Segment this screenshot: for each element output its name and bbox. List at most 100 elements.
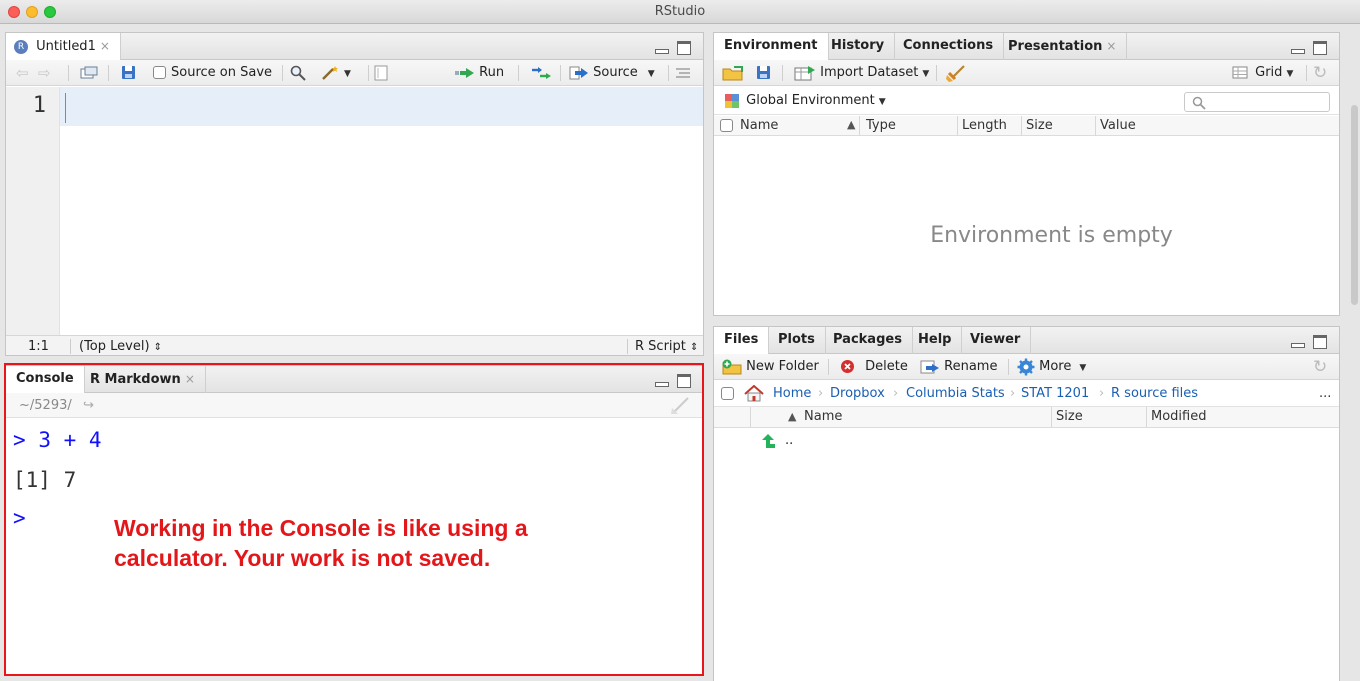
breadcrumb-home[interactable]: Home — [773, 381, 811, 407]
column-header-length[interactable]: Length — [958, 116, 1022, 136]
breadcrumb-stat-1201[interactable]: STAT 1201 — [1021, 381, 1089, 407]
show-in-window-icon[interactable] — [80, 60, 98, 86]
environment-empty-message: Environment is empty — [930, 223, 1173, 248]
save-icon[interactable] — [121, 60, 136, 86]
source-pane: R Untitled1 × ⇦ ⇨ Source on Save ▼ Run S… — [5, 32, 704, 356]
scope-selector[interactable]: (Top Level) ⇕ — [79, 336, 162, 355]
column-header-value[interactable]: Value — [1096, 116, 1332, 136]
maximize-pane-icon[interactable] — [1313, 41, 1327, 55]
compile-report-icon[interactable] — [374, 60, 388, 86]
source-tab-label: Untitled1 — [36, 39, 96, 54]
file-type-selector[interactable]: R Script ⇕ — [635, 336, 698, 355]
more-path-button[interactable]: ... — [1319, 381, 1331, 407]
environment-toolbar: Import Dataset ▼ Grid ▼ ↻ — [714, 60, 1339, 86]
import-dataset-button[interactable]: Import Dataset ▼ — [794, 60, 929, 86]
tab-connections[interactable]: Connections — [893, 33, 1005, 60]
source-on-save-label: Source on Save — [171, 65, 273, 80]
tab-history[interactable]: History — [821, 33, 896, 60]
outline-icon[interactable] — [676, 60, 690, 86]
back-arrow-icon[interactable]: ⇦ — [16, 60, 29, 86]
parent-directory-arrow-icon — [762, 434, 775, 448]
tab-presentation[interactable]: Presentation × — [998, 33, 1128, 60]
column-header-size[interactable]: Size — [1022, 116, 1096, 136]
minimize-window-button[interactable] — [26, 6, 38, 18]
sort-ascending-icon[interactable]: ▲ — [788, 410, 796, 423]
close-tab-icon[interactable]: × — [100, 39, 110, 53]
rename-icon — [920, 360, 939, 373]
files-table-header: ▲ Name Size Modified — [714, 407, 1339, 428]
zoom-window-button[interactable] — [44, 6, 56, 18]
files-pane: Files Plots Packages Help Viewer New Fol… — [713, 326, 1340, 681]
tab-environment[interactable]: Environment — [714, 33, 829, 61]
gear-icon — [1017, 358, 1035, 375]
tab-plots[interactable]: Plots — [768, 327, 826, 354]
source-arrow-icon — [569, 66, 588, 79]
rerun-icon[interactable] — [530, 60, 552, 86]
minimize-pane-icon[interactable] — [655, 49, 669, 54]
column-header-name[interactable]: Name — [736, 116, 860, 136]
editor-area[interactable]: 1 — [6, 87, 703, 335]
run-arrow-icon — [455, 67, 474, 78]
table-row[interactable]: .. — [714, 429, 1339, 453]
refresh-icon[interactable]: ↻ — [1313, 60, 1327, 86]
environment-scope-bar: Global Environment ▼ — [714, 87, 1339, 115]
source-toolbar: ⇦ ⇨ Source on Save ▼ Run Source ▼ — [6, 60, 703, 86]
rename-button[interactable]: Rename — [920, 354, 997, 380]
column-header-type[interactable]: Type — [862, 116, 958, 136]
delete-button[interactable]: Delete — [840, 354, 908, 380]
window-titlebar: RStudio — [0, 0, 1360, 24]
file-name[interactable]: .. — [785, 429, 793, 453]
new-folder-button[interactable]: New Folder — [722, 354, 819, 380]
breadcrumb-r-source-files[interactable]: R source files — [1111, 381, 1198, 407]
source-on-save-checkbox[interactable]: Source on Save — [153, 60, 272, 86]
line-number: 1 — [32, 93, 46, 118]
tab-packages[interactable]: Packages — [823, 327, 913, 354]
save-workspace-icon[interactable] — [756, 60, 771, 86]
column-header-size[interactable]: Size — [1052, 407, 1147, 427]
maximize-pane-icon[interactable] — [1313, 335, 1327, 349]
close-window-button[interactable] — [8, 6, 20, 18]
minimize-pane-icon[interactable] — [1291, 343, 1305, 348]
more-button[interactable]: More ▼ — [1017, 354, 1086, 380]
r-file-icon: R — [14, 39, 28, 54]
text-cursor — [65, 93, 66, 123]
tab-viewer[interactable]: Viewer — [960, 327, 1032, 354]
files-breadcrumb: Home › Dropbox › Columbia Stats › STAT 1… — [714, 381, 1339, 407]
source-statusbar: 1:1 (Top Level) ⇕ R Script ⇕ — [6, 335, 703, 355]
current-line-highlight — [60, 87, 703, 126]
environment-cube-icon — [725, 93, 739, 108]
window-scrollbar[interactable] — [1351, 105, 1358, 305]
files-tabbar: Files Plots Packages Help Viewer — [714, 327, 1339, 355]
tab-untitled1[interactable]: R Untitled1 × — [6, 33, 121, 61]
select-all-files-checkbox[interactable] — [721, 387, 734, 400]
run-button[interactable]: Run — [455, 60, 504, 86]
grid-view-button[interactable]: Grid ▼ — [1232, 60, 1293, 86]
environment-tabbar: Environment History Connections Presenta… — [714, 33, 1339, 61]
tab-files[interactable]: Files — [714, 327, 770, 355]
close-tab-icon[interactable]: × — [1106, 39, 1116, 53]
minimize-pane-icon[interactable] — [1291, 49, 1305, 54]
load-workspace-icon[interactable] — [722, 60, 744, 86]
table-import-icon — [794, 65, 815, 80]
search-icon — [1192, 96, 1206, 110]
delete-icon — [841, 360, 854, 373]
breadcrumb-dropbox[interactable]: Dropbox — [830, 381, 885, 407]
column-header-name[interactable]: Name — [800, 407, 1052, 427]
checkbox-icon[interactable] — [153, 66, 166, 79]
find-icon[interactable] — [290, 60, 306, 86]
maximize-pane-icon[interactable] — [677, 41, 691, 55]
code-tools-wand-icon[interactable]: ▼ — [320, 60, 351, 86]
select-all-checkbox[interactable] — [720, 119, 733, 132]
global-environment-selector[interactable]: Global Environment ▼ — [724, 88, 886, 114]
breadcrumb-columbia-stats[interactable]: Columbia Stats — [906, 381, 1005, 407]
source-button[interactable]: Source ▼ — [569, 60, 655, 86]
sort-ascending-icon[interactable]: ▲ — [847, 118, 855, 131]
tab-help[interactable]: Help — [908, 327, 963, 354]
environment-search-input[interactable] — [1184, 92, 1330, 112]
clear-workspace-broom-icon[interactable] — [946, 60, 966, 86]
refresh-icon[interactable]: ↻ — [1313, 354, 1327, 380]
console-annotation: Working in the Console is like using a c… — [114, 515, 528, 571]
column-header-modified[interactable]: Modified — [1147, 407, 1327, 427]
forward-arrow-icon[interactable]: ⇨ — [38, 60, 51, 86]
source-tabbar: R Untitled1 × — [6, 33, 703, 61]
